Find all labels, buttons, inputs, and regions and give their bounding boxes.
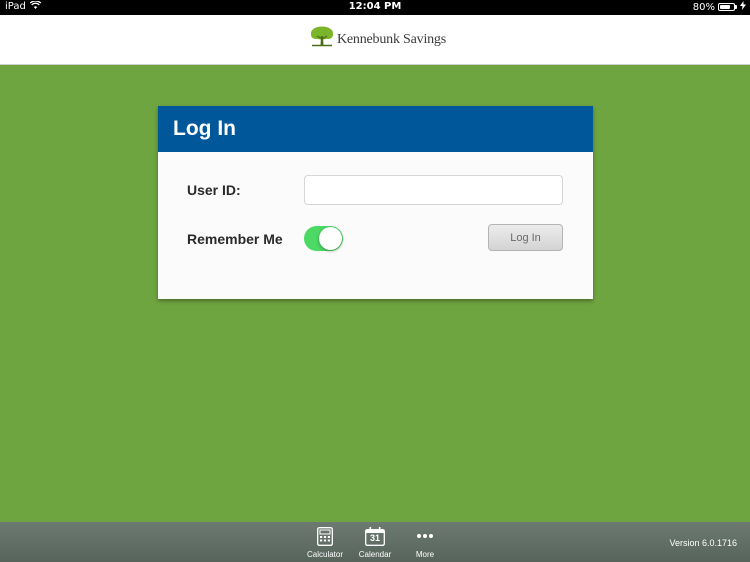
more-icon — [416, 526, 434, 546]
calendar-day: 31 — [369, 533, 380, 543]
tab-label: Calendar — [358, 550, 392, 559]
version-text: Version 6.0.1716 — [669, 538, 737, 548]
remember-me-toggle[interactable] — [304, 226, 343, 251]
tab-label: Calculator — [306, 550, 343, 559]
login-card: Log In User ID: Remember Me Log In — [158, 106, 593, 299]
battery-percent: 80% — [692, 1, 715, 13]
toggle-knob — [319, 227, 342, 250]
status-right: 80% — [693, 1, 746, 13]
login-button[interactable]: Log In — [488, 224, 563, 251]
userid-input[interactable] — [304, 175, 563, 205]
remember-me-label: Remember Me — [187, 231, 283, 247]
tab-calendar[interactable]: 31 Calendar — [350, 526, 400, 559]
charging-icon — [740, 1, 746, 13]
status-time: 12:04 PM — [348, 1, 402, 12]
card-title: Log In — [173, 117, 236, 140]
bottom-toolbar: Calculator 31 Calendar More Version 6.0.… — [0, 522, 750, 562]
tab-calculator[interactable]: Calculator — [300, 526, 350, 559]
bank-logo: Kennebunk Savings — [310, 26, 446, 53]
battery-icon — [718, 3, 737, 11]
card-header: Log In — [158, 106, 593, 152]
logo-text: Kennebunk Savings — [337, 31, 446, 47]
userid-label: User ID: — [187, 182, 241, 198]
tab-more[interactable]: More — [400, 526, 450, 559]
calculator-icon — [317, 526, 333, 546]
tree-icon — [310, 26, 334, 53]
status-bar: iPad 12:04 PM 80% — [0, 0, 750, 15]
calendar-icon: 31 — [365, 526, 385, 546]
tab-label: More — [415, 550, 435, 559]
app-header: Kennebunk Savings — [0, 15, 750, 65]
